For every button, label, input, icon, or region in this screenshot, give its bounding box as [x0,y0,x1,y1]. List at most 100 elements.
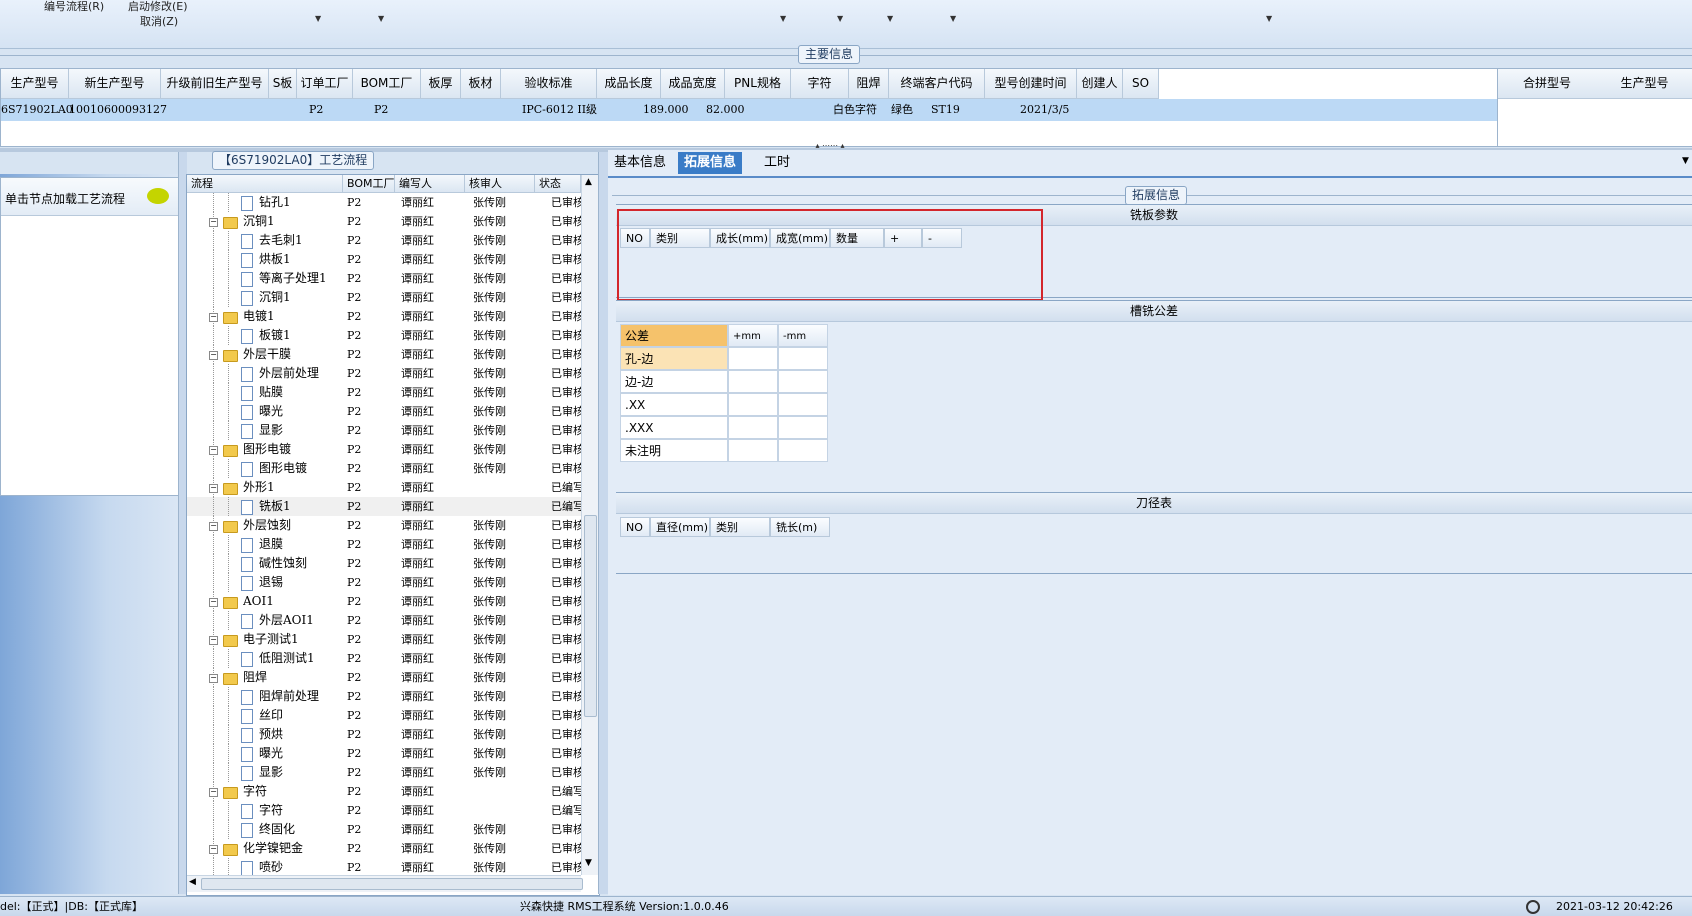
tolerance-minus-input[interactable] [778,370,828,393]
start-edit-button[interactable]: 启动修改(E) [128,0,188,14]
scroll-down-icon[interactable]: ▼ [585,858,592,868]
list-item[interactable]: 等离子处理1 P2 谭丽红 张传刚 已审核 [187,269,581,288]
collapse-icon[interactable]: − [209,446,218,455]
list-item[interactable]: 退锡 P2 谭丽红 张传刚 已审核 [187,573,581,592]
tolerance-header[interactable]: 公差 [620,324,728,347]
column-header[interactable]: PNL规格 [725,69,791,99]
list-item[interactable]: 阻焊前处理 P2 谭丽红 张传刚 已审核 [187,687,581,706]
chevron-down-icon[interactable]: ▼ [780,14,786,23]
cell-new-model[interactable]: 10010600093127 [69,99,167,121]
number-flow-button[interactable]: 编号流程(R) [44,0,104,14]
list-item[interactable]: − 字符 P2 谭丽红 已编写 [187,782,581,801]
column-header[interactable]: 状态 [535,175,581,193]
cancel-button[interactable]: 取消(Z) [140,13,178,29]
chevron-down-icon[interactable]: ▼ [887,14,893,23]
tolerance-minus-input[interactable] [778,347,828,370]
column-header[interactable]: BOM工厂 [343,175,395,193]
list-item[interactable]: 字符 P2 谭丽红 已编写 [187,801,581,820]
tolerance-plus-input[interactable] [728,416,778,439]
tolerance-plus-input[interactable] [728,393,778,416]
cell-customer[interactable]: ST19 [931,99,960,121]
scroll-thumb[interactable] [584,515,597,717]
list-item[interactable]: 外层前处理 P2 谭丽红 张传刚 已审核 [187,364,581,383]
list-item[interactable]: 退膜 P2 谭丽红 张传刚 已审核 [187,535,581,554]
cell-standard[interactable]: IPC-6012 II级 [522,99,597,121]
list-item[interactable]: 去毛刺1 P2 谭丽红 张传刚 已审核 [187,231,581,250]
col-merge-model[interactable]: 合拼型号 [1498,69,1597,99]
chevron-down-icon[interactable]: ▼ [1266,14,1272,23]
cell-bom-factory[interactable]: P2 [374,99,388,121]
column-header[interactable]: 成品长度 [597,69,661,99]
column-header[interactable]: BOM工厂 [353,69,421,99]
column-header[interactable]: 板厚 [421,69,461,99]
cell-length[interactable]: 189.000 [643,99,689,121]
scroll-left-icon[interactable]: ◀ [189,877,196,887]
collapse-icon[interactable]: − [209,351,218,360]
collapse-icon[interactable]: − [209,674,218,683]
column-header[interactable]: 终端客户代码 [889,69,985,99]
cell-char[interactable]: 白色字符 [833,99,877,121]
list-item[interactable]: 钻孔1 P2 谭丽红 张传刚 已审核 [187,193,581,212]
column-header[interactable]: 成品宽度 [661,69,725,99]
list-item[interactable]: 图形电镀 P2 谭丽红 张传刚 已审核 [187,459,581,478]
tab-extended-info[interactable]: 拓展信息 [678,152,743,174]
scroll-up-icon[interactable]: ▲ [585,177,592,187]
list-item[interactable]: 低阻测试1 P2 谭丽红 张传刚 已审核 [187,649,581,668]
tolerance-header[interactable]: +mm [728,324,778,347]
list-item[interactable]: 丝印 P2 谭丽红 张传刚 已审核 [187,706,581,725]
list-item[interactable]: 预烘 P2 谭丽红 张传刚 已审核 [187,725,581,744]
tolerance-plus-input[interactable] [728,370,778,393]
list-item[interactable]: 外层AOI1 P2 谭丽红 张传刚 已审核 [187,611,581,630]
list-item[interactable]: − 沉铜1 P2 谭丽红 张传刚 已审核 [187,212,581,231]
column-header[interactable]: 型号创建时间 [985,69,1077,99]
chevron-down-icon[interactable]: ▼ [1682,156,1689,166]
tolerance-minus-input[interactable] [778,416,828,439]
chevron-down-icon[interactable]: ▼ [378,14,384,23]
list-item[interactable]: 板镀1 P2 谭丽红 张传刚 已审核 [187,326,581,345]
list-item[interactable]: − 阻焊 P2 谭丽红 张传刚 已审核 [187,668,581,687]
vertical-scrollbar[interactable]: ▲ ▼ [581,175,598,875]
column-header[interactable]: SO [1123,69,1159,99]
cell-width[interactable]: 82.000 [706,99,745,121]
list-item[interactable]: 沉铜1 P2 谭丽红 张传刚 已审核 [187,288,581,307]
list-item[interactable]: − 外层蚀刻 P2 谭丽红 张传刚 已审核 [187,516,581,535]
list-item[interactable]: 曝光 P2 谭丽红 张传刚 已审核 [187,402,581,421]
chevron-down-icon[interactable]: ▼ [315,14,321,23]
tolerance-plus-input[interactable] [728,347,778,370]
list-item[interactable]: − 化学镍钯金 P2 谭丽红 张传刚 已审核 [187,839,581,858]
column-header[interactable]: 升级前旧生产型号 [161,69,269,99]
list-item[interactable]: 显影 P2 谭丽红 张传刚 已审核 [187,763,581,782]
load-flow-bar[interactable]: 单击节点加载工艺流程 [1,178,179,216]
column-header[interactable]: 核审人 [465,175,535,193]
list-item[interactable]: 烘板1 P2 谭丽红 张传刚 已审核 [187,250,581,269]
cell-order-factory[interactable]: P2 [309,99,323,121]
tolerance-minus-input[interactable] [778,439,828,462]
cell-model[interactable]: 6S71902LA0 [1,99,73,121]
collapse-icon[interactable]: − [209,636,218,645]
list-item[interactable]: − 电镀1 P2 谭丽红 张传刚 已审核 [187,307,581,326]
list-item[interactable]: − 电子测试1 P2 谭丽红 张传刚 已审核 [187,630,581,649]
collapse-icon[interactable]: − [209,218,218,227]
tab-basic-info[interactable]: 基本信息 [608,152,672,174]
column-header[interactable]: 字符 [791,69,849,99]
list-item[interactable]: − 外层干膜 P2 谭丽红 张传刚 已审核 [187,345,581,364]
collapse-icon[interactable]: − [209,788,218,797]
horizontal-scrollbar[interactable]: ◀ [187,875,583,892]
speech-bubble-icon[interactable] [147,188,169,204]
list-item[interactable]: 贴膜 P2 谭丽红 张传刚 已审核 [187,383,581,402]
column-header[interactable]: 阻焊 [849,69,889,99]
h-scroll-thumb[interactable] [201,878,583,890]
collapse-icon[interactable]: − [209,313,218,322]
tolerance-minus-input[interactable] [778,393,828,416]
column-header[interactable]: 验收标准 [501,69,597,99]
column-header[interactable]: 新生产型号 [69,69,161,99]
column-header[interactable]: 板材 [461,69,501,99]
tab-work-hours[interactable]: 工时 [758,152,796,174]
collapse-icon[interactable]: − [209,522,218,531]
collapse-icon[interactable]: − [209,598,218,607]
list-item[interactable]: 铣板1 P2 谭丽红 已编写 [187,497,581,516]
column-header[interactable]: 编写人 [395,175,465,193]
chevron-down-icon[interactable]: ▼ [837,14,843,23]
table-row[interactable] [1,99,1497,121]
list-item[interactable]: 终固化 P2 谭丽红 张传刚 已审核 [187,820,581,839]
